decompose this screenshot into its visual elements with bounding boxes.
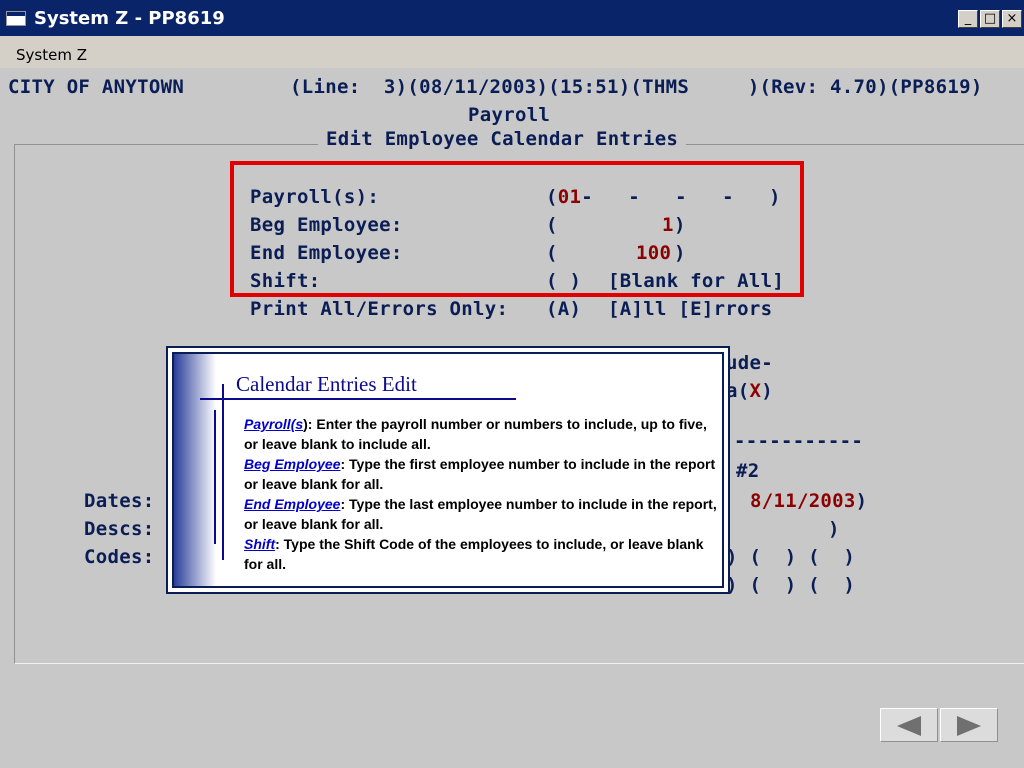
help-popup-vertical-rule-2 (214, 410, 216, 544)
help-item-payrolls: Payroll(s): Enter the payroll number or … (244, 416, 707, 452)
close-button[interactable]: × (1002, 10, 1022, 28)
menu-system[interactable]: System Z (16, 46, 87, 64)
module-title: Payroll (468, 104, 551, 126)
help-popup-inner: Calendar Entries Edit Payroll(s): Enter … (172, 352, 724, 588)
date-2-field[interactable]: 8/11/2003) (750, 490, 867, 512)
status-line: (Line: 3)(08/11/2003)(15:51)(THMS )(Rev:… (290, 76, 983, 98)
previous-button[interactable] (880, 708, 938, 742)
menu-bar: System Z (0, 36, 1024, 68)
print-option-hint: [A]ll [E]rrors (608, 298, 773, 320)
section-title: Edit Employee Calendar Entries (318, 128, 687, 150)
help-item-shift: Shift: Type the Shift Code of the employ… (244, 536, 704, 572)
bg-fragment-a: a(X) (726, 380, 773, 402)
help-item-end-employee: End Employee: Type the last employee num… (244, 496, 717, 532)
codes-label: Codes: (84, 546, 155, 568)
codes-row-2-tail: ) ( ) ( ) (726, 574, 856, 596)
help-popup-vertical-rule-1 (222, 384, 224, 560)
window-title: System Z - PP8619 (34, 8, 225, 29)
org-name: CITY OF ANYTOWN (8, 76, 185, 98)
highlight-box (230, 161, 804, 297)
bg-dashes: ----------- (734, 430, 864, 452)
help-popup-rule (200, 398, 516, 400)
desc-2-close: ) (828, 518, 840, 540)
bg-fragment-ude: ude- (726, 352, 773, 374)
help-popup-title: Calendar Entries Edit (236, 372, 417, 396)
help-popup: Calendar Entries Edit Payroll(s): Enter … (166, 346, 730, 594)
help-item-beg-employee: Beg Employee: Type the first employee nu… (244, 456, 716, 492)
descs-label: Descs: (84, 518, 155, 540)
dates-label: Dates: (84, 490, 155, 512)
minimize-button[interactable]: _ (958, 10, 978, 28)
next-button[interactable] (940, 708, 998, 742)
help-popup-gradient-bar (174, 354, 216, 586)
terminal-screen: CITY OF ANYTOWN (Line: 3)(08/11/2003)(15… (0, 68, 1024, 768)
maximize-button[interactable]: □ (980, 10, 1000, 28)
column-2-header: #2 (736, 460, 760, 482)
window-icon (6, 11, 26, 26)
triangle-right-icon (957, 716, 981, 736)
print-option-label: Print All/Errors Only: (250, 298, 509, 320)
codes-row-1-tail: ) ( ) ( ) (726, 546, 856, 568)
help-popup-body: Payroll(s): Enter the payroll number or … (244, 414, 722, 574)
triangle-left-icon (897, 716, 921, 736)
window-title-bar: System Z - PP8619 _ □ × (0, 0, 1024, 36)
print-option-field[interactable]: (A) (546, 298, 581, 320)
